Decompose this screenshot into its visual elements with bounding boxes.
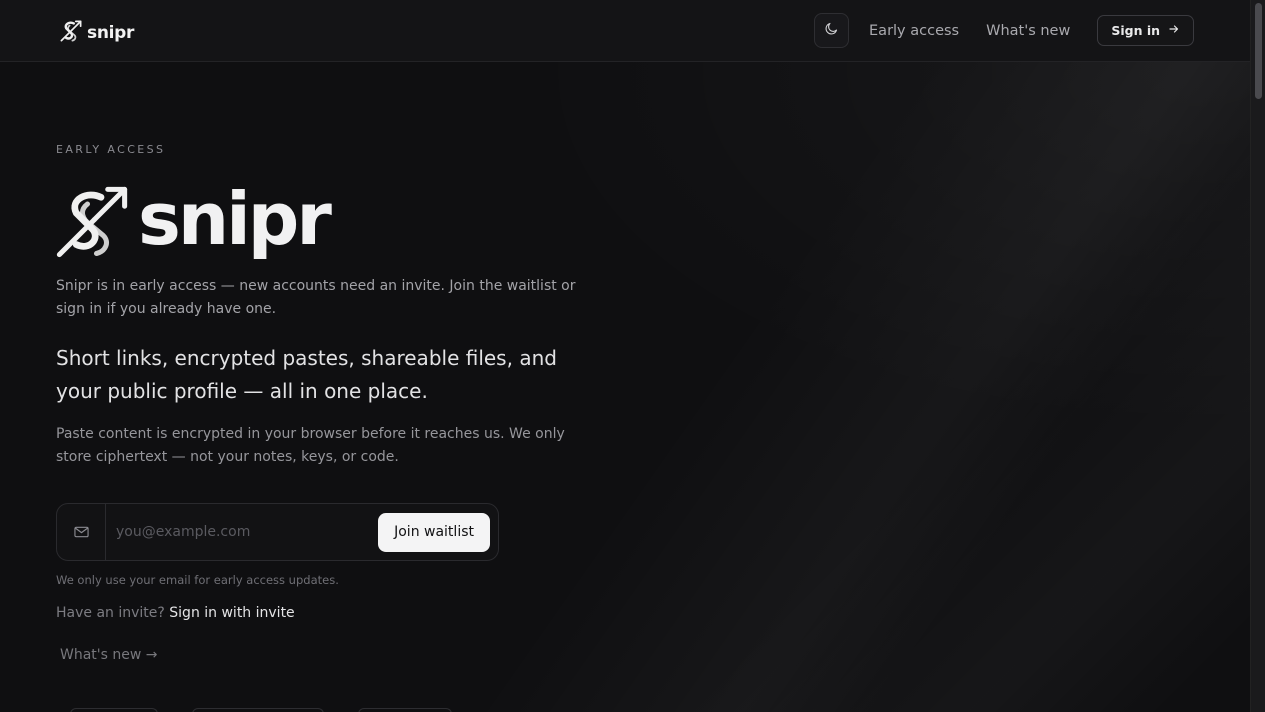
waitlist-form: Join waitlist (56, 503, 499, 561)
moon-icon (824, 21, 839, 40)
join-waitlist-button[interactable]: Join waitlist (378, 512, 490, 552)
card-stub (358, 708, 452, 712)
sign-in-label: Sign in (1111, 23, 1160, 38)
snipr-logo-icon (56, 185, 128, 263)
mail-icon-wrapper (57, 504, 106, 560)
email-note: We only use your email for early access … (56, 573, 339, 587)
mail-icon (73, 523, 89, 542)
invite-prompt: Have an invite? (56, 605, 165, 621)
page-scrollbar[interactable] (1250, 0, 1265, 712)
intro-text: Snipr is in early access — new accounts … (56, 278, 576, 317)
tagline: Short links, encrypted pastes, shareable… (56, 346, 557, 403)
theme-toggle-button[interactable] (814, 13, 850, 48)
whats-new-link[interactable]: What's new → (60, 647, 158, 663)
privacy-text: Paste content is encrypted in your brows… (56, 426, 565, 465)
top-nav-bar: snipr Early access What's new Sign in (0, 0, 1250, 62)
snipr-logo-icon (60, 20, 82, 46)
hero-logo: snipr (56, 177, 332, 263)
card-stub (192, 708, 324, 712)
email-input[interactable] (106, 504, 379, 560)
arrow-right-icon (1168, 23, 1180, 38)
nav-early-access-link[interactable]: Early access (869, 23, 959, 39)
nav-whats-new-link[interactable]: What's new (986, 23, 1070, 39)
hero-logo-word: snipr (138, 177, 332, 261)
scrollbar-thumb[interactable] (1255, 3, 1262, 99)
card-stub (70, 708, 158, 712)
brand-name: snipr (87, 23, 135, 43)
sign-in-button[interactable]: Sign in (1097, 15, 1194, 46)
brand[interactable]: snipr (60, 20, 134, 46)
sign-in-with-invite-link[interactable]: Sign in with invite (169, 605, 294, 621)
eyebrow-label: EARLY ACCESS (56, 143, 166, 156)
header-nav: Early access What's new Sign in (814, 13, 1194, 48)
invite-line: Have an invite? Sign in with invite (56, 605, 295, 621)
